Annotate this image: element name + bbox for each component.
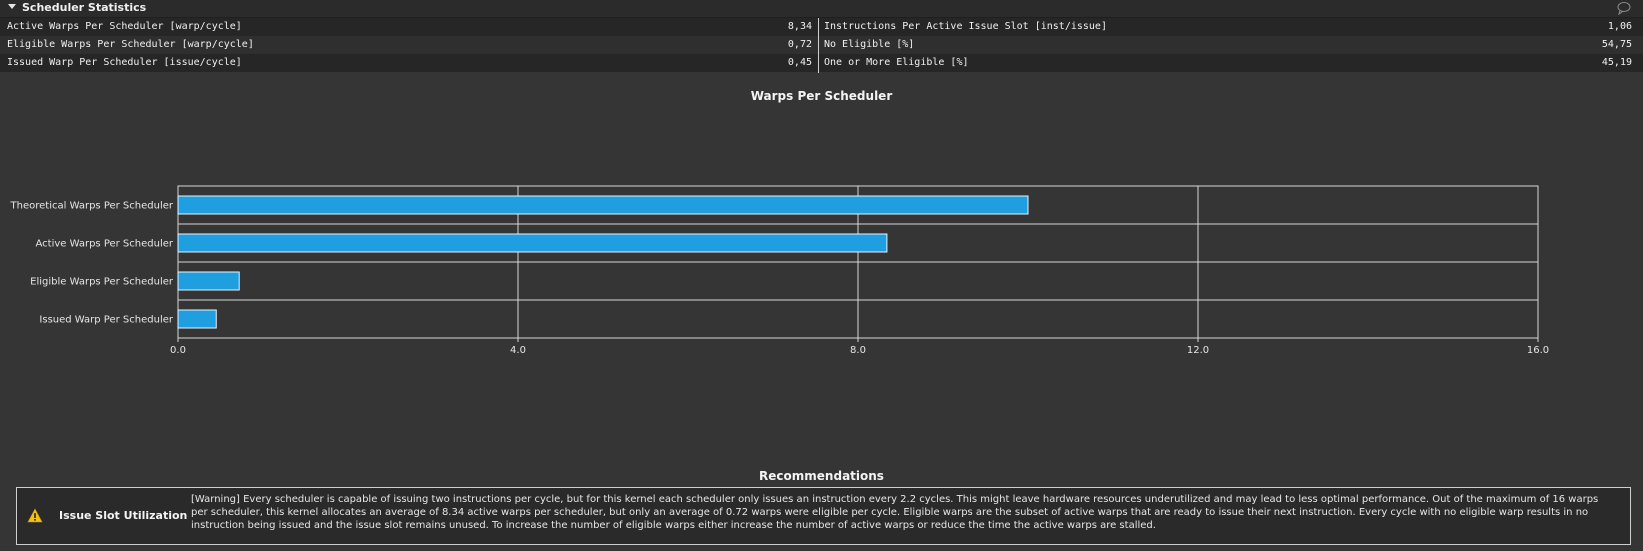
- section-header[interactable]: Scheduler Statistics: [0, 0, 1643, 18]
- stats-row: Active Warps Per Scheduler [warp/cycle] …: [0, 18, 1643, 36]
- bar: [177, 233, 888, 253]
- tick-label: 4.0: [510, 345, 526, 356]
- category-label: Active Warps Per Scheduler: [35, 239, 173, 250]
- warning-icon: [27, 508, 43, 523]
- stat-value: 8,34: [787, 21, 812, 32]
- bar: [177, 195, 1029, 215]
- recommendation-text: [Warning] Every scheduler is capable of …: [191, 494, 1599, 531]
- tick-label: 12.0: [1187, 345, 1209, 356]
- bar: [177, 271, 240, 291]
- category-label: Issued Warp Per Scheduler: [39, 315, 173, 326]
- stat-label: Eligible Warps Per Scheduler [warp/cycle…: [7, 39, 254, 50]
- column-divider: [818, 18, 819, 73]
- tick-label: 8.0: [850, 345, 866, 356]
- stats-row: Eligible Warps Per Scheduler [warp/cycle…: [0, 36, 1643, 54]
- stat-value: 0,45: [787, 57, 812, 68]
- stat-label: One or More Eligible [%]: [824, 57, 969, 68]
- stats-row: Issued Warp Per Scheduler [issue/cycle] …: [0, 54, 1643, 72]
- warps-per-scheduler-chart: Theoretical Warps Per Scheduler Active Wa…: [10, 185, 1549, 356]
- recommendations-title: Recommendations: [759, 469, 884, 483]
- category-label: Theoretical Warps Per Scheduler: [10, 201, 174, 212]
- stat-label: Issued Warp Per Scheduler [issue/cycle]: [7, 57, 242, 68]
- stat-label: Instructions Per Active Issue Slot [inst…: [824, 21, 1107, 32]
- stat-value: 1,06: [1607, 21, 1632, 32]
- collapse-caret-icon[interactable]: [8, 4, 16, 9]
- tick-label: 16.0: [1527, 345, 1549, 356]
- category-label: Eligible Warps Per Scheduler: [30, 277, 174, 288]
- recommendation-name: Issue Slot Utilization: [59, 509, 188, 522]
- stat-label: Active Warps Per Scheduler [warp/cycle]: [7, 21, 242, 32]
- bar: [177, 309, 217, 329]
- stat-label: No Eligible [%]: [824, 39, 915, 50]
- stat-value: 0,72: [787, 39, 812, 50]
- recommendation-card: Issue Slot Utilization [Warning] Every s…: [16, 487, 1631, 545]
- tick-label: 0.0: [170, 345, 186, 356]
- section-title: Scheduler Statistics: [22, 1, 147, 14]
- stat-value: 54,75: [1601, 39, 1632, 50]
- stat-value: 45,19: [1601, 57, 1632, 68]
- speech-bubble-icon[interactable]: [1617, 1, 1631, 15]
- chart-title: Warps Per Scheduler: [750, 89, 893, 103]
